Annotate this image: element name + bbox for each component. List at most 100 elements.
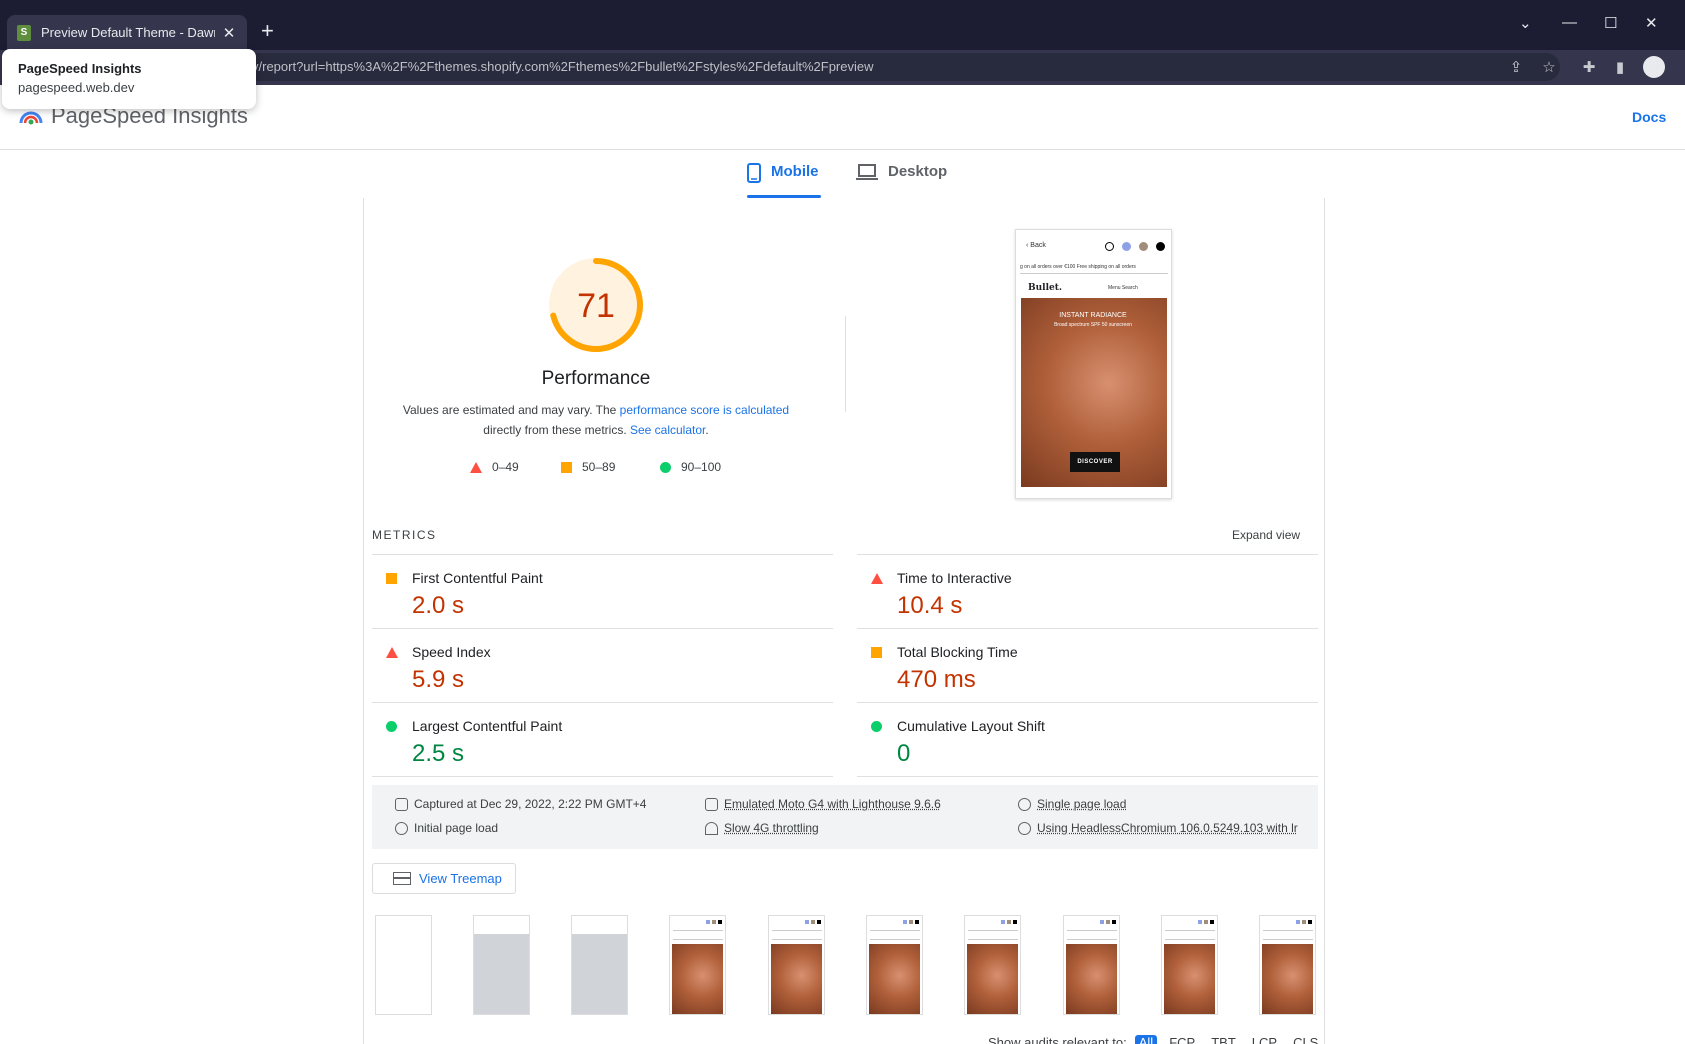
single-page-load[interactable]: Single page load — [1018, 797, 1126, 811]
filmstrip-frame — [964, 915, 1021, 1015]
filmstrip-frame — [1259, 915, 1316, 1015]
square-icon — [386, 573, 397, 584]
metric-name: Cumulative Layout Shift — [897, 718, 1045, 734]
phone-icon — [747, 163, 761, 183]
profile-avatar[interactable] — [1643, 56, 1665, 78]
divider — [845, 316, 846, 412]
calendar-icon — [395, 797, 408, 811]
divider — [857, 776, 1318, 777]
triangle-icon — [871, 573, 883, 584]
minimize-icon[interactable]: — — [1562, 14, 1577, 31]
filmstrip-frame — [473, 915, 530, 1015]
shopify-icon: S — [17, 24, 31, 41]
docs-link[interactable]: Docs — [1632, 109, 1666, 125]
divider — [372, 776, 833, 777]
window-close-icon[interactable]: ✕ — [1645, 14, 1658, 32]
legend-average-label: 50–89 — [582, 460, 616, 474]
metric-row: First Contentful Paint 2.0 s — [372, 554, 833, 628]
metric-value: 0 — [897, 740, 911, 767]
treemap-label: View Treemap — [419, 871, 502, 886]
extensions-icon[interactable]: ✚ — [1580, 58, 1598, 76]
devices-icon — [705, 797, 718, 811]
performance-title: Performance — [541, 368, 651, 389]
circle-icon — [386, 721, 397, 732]
maximize-icon[interactable]: ☐ — [1604, 14, 1617, 32]
tab-desktop[interactable]: Desktop — [856, 163, 947, 181]
legend-fail: 0–49 — [470, 460, 519, 474]
url-text[interactable]: v/report?url=https%3A%2F%2Fthemes.shopif… — [252, 59, 874, 74]
performance-score: 71 — [577, 287, 615, 325]
circle-icon — [871, 721, 882, 732]
captured-at: Captured at Dec 29, 2022, 2:22 PM GMT+4 — [395, 797, 646, 811]
filter-all[interactable]: All — [1134, 1035, 1158, 1044]
screenshot-back: ‹ Back — [1026, 242, 1046, 249]
hover-card-host: pagespeed.web.dev — [18, 80, 135, 95]
tab-search-icon[interactable]: ⌄ — [1519, 14, 1532, 32]
metric-value: 5.9 s — [412, 666, 465, 693]
metric-row: Time to Interactive 10.4 s — [857, 554, 1318, 628]
filmstrip-frame — [375, 915, 432, 1015]
metric-row: Total Blocking Time 470 ms — [857, 628, 1318, 702]
screenshot-nav: Menu Search — [1108, 285, 1138, 291]
browser-tab[interactable]: S Preview Default Theme - Dawn E ✕ — [7, 15, 247, 50]
metric-name: Largest Contentful Paint — [412, 718, 563, 734]
initial-load: Initial page load — [395, 821, 498, 835]
screenshot-banner: g on all orders over €100 Free shipping … — [1020, 264, 1168, 274]
laptop-icon — [856, 164, 878, 180]
metric-name: Speed Index — [412, 644, 491, 660]
filter-cls[interactable]: CLS — [1289, 1035, 1322, 1044]
close-icon[interactable]: ✕ — [221, 24, 237, 42]
filter-tbt[interactable]: TBT — [1207, 1035, 1240, 1044]
square-icon — [561, 461, 572, 473]
emulated-device[interactable]: Emulated Moto G4 with Lighthouse 9.6.6 — [705, 797, 941, 811]
pagespeed-logo-icon — [19, 111, 43, 125]
side-panel-icon[interactable]: ▮ — [1611, 58, 1629, 76]
metric-name: First Contentful Paint — [412, 570, 543, 586]
filmstrip-frame — [571, 915, 628, 1015]
browser-version[interactable]: Using HeadlessChromium 106.0.5249.103 wi… — [1018, 821, 1298, 835]
star-icon[interactable]: ☆ — [1540, 58, 1558, 76]
audit-filter-label: Show audits relevant to: — [988, 1035, 1127, 1044]
audit-filter: Show audits relevant to: All FCP TBT LCP… — [988, 1035, 1322, 1044]
metric-value: 10.4 s — [897, 592, 963, 619]
desc-text: . — [705, 423, 709, 437]
people-icon — [1018, 797, 1031, 811]
network-throttling[interactable]: Slow 4G throttling — [705, 821, 819, 835]
score-calculated-link[interactable]: performance score is calculated — [620, 403, 789, 417]
expand-view-button[interactable]: Expand view — [1232, 528, 1300, 542]
filmstrip-frame — [669, 915, 726, 1015]
wifi-icon — [705, 821, 718, 835]
final-screenshot: ‹ Back g on all orders over €100 Free sh… — [1015, 229, 1172, 499]
view-treemap-button[interactable]: View Treemap — [372, 863, 516, 894]
legend-average: 50–89 — [561, 460, 615, 474]
tab-mobile[interactable]: Mobile — [747, 163, 819, 199]
tab-hover-card: PageSpeed Insights pagespeed.web.dev — [2, 49, 256, 109]
treemap-icon — [393, 872, 411, 885]
tab-desktop-label: Desktop — [888, 163, 948, 180]
hover-card-title: PageSpeed Insights — [18, 61, 142, 76]
metrics-heading: METRICS — [372, 528, 437, 542]
screenshot-heading: INSTANT RADIANCE — [1059, 312, 1127, 319]
filmstrip-frame — [1161, 915, 1218, 1015]
timer-icon — [395, 821, 408, 835]
desc-text: Values are estimated and may vary. The — [402, 403, 620, 417]
legend-pass: 90–100 — [660, 460, 721, 474]
metric-row: Cumulative Layout Shift 0 — [857, 702, 1318, 776]
see-calculator-link[interactable]: See calculator — [630, 423, 705, 437]
filmstrip-frame — [1063, 915, 1120, 1015]
square-icon — [871, 647, 882, 658]
performance-description: Values are estimated and may vary. The p… — [386, 400, 806, 440]
swatch — [1139, 242, 1148, 251]
screenshot-brand: Bullet. — [1028, 283, 1063, 293]
new-tab-icon[interactable]: + — [261, 20, 274, 42]
share-icon[interactable]: ⇪ — [1507, 58, 1525, 76]
filmstrip-frame — [866, 915, 923, 1015]
filter-lcp[interactable]: LCP — [1248, 1035, 1281, 1044]
browser-titlebar — [0, 0, 1685, 50]
filter-fcp[interactable]: FCP — [1165, 1035, 1199, 1044]
metric-value: 2.5 s — [412, 740, 465, 767]
screenshot-sub: Broad spectrum SPF 50 sunscreen — [1054, 322, 1132, 328]
chrome-icon — [1018, 821, 1031, 835]
metric-value: 470 ms — [897, 666, 976, 693]
metric-row: Largest Contentful Paint 2.5 s — [372, 702, 833, 776]
